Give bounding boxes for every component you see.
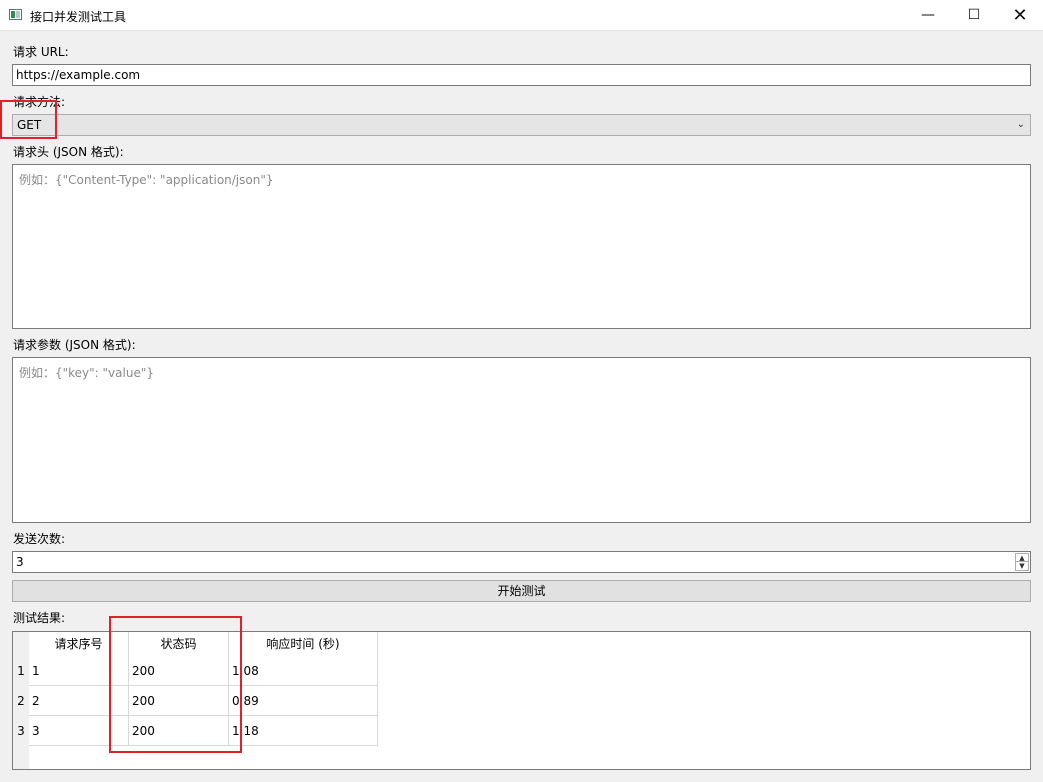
spin-buttons: ▲ ▼ — [1015, 553, 1029, 571]
headers-textarea[interactable]: 例如：{"Content-Type": "application/json"} — [12, 164, 1031, 329]
app-icon — [9, 9, 22, 20]
spin-up-icon[interactable]: ▲ — [1016, 554, 1028, 562]
table-cell-time[interactable]: 0.89 — [229, 686, 378, 716]
start-test-button[interactable]: 开始测试 — [12, 580, 1031, 602]
chevron-down-icon: ⌄ — [1016, 119, 1025, 130]
window-title: 接口并发测试工具 — [30, 10, 127, 24]
maximize-button[interactable]: ☐ — [951, 0, 997, 31]
headers-label: 请求头 (JSON 格式): — [13, 145, 124, 159]
table-cell-seq[interactable]: 2 — [29, 686, 129, 716]
column-header-seq[interactable]: 请求序号 — [29, 632, 129, 657]
results-label: 测试结果: — [13, 611, 66, 625]
count-spinbox[interactable]: 3 ▲ ▼ — [12, 551, 1031, 573]
url-label: 请求 URL: — [13, 45, 69, 59]
table-cell-status[interactable]: 200 — [129, 716, 229, 746]
table-cell-time[interactable]: 1.18 — [229, 716, 378, 746]
title-bar: 接口并发测试工具 — ☐ ✕ — [0, 0, 1043, 31]
minimize-button[interactable]: — — [905, 0, 951, 31]
results-table[interactable]: 请求序号 状态码 响应时间 (秒) 1 1 200 1.08 2 2 200 0… — [12, 631, 1031, 770]
column-header-status[interactable]: 状态码 — [129, 632, 229, 657]
method-select[interactable]: GET ⌄ — [12, 114, 1031, 136]
method-value: GET — [17, 118, 42, 132]
close-button[interactable]: ✕ — [997, 0, 1043, 31]
params-textarea[interactable]: 例如：{"key": "value"} — [12, 357, 1031, 523]
table-cell-status[interactable]: 200 — [129, 656, 229, 686]
row-header: 2 — [13, 686, 29, 716]
row-header: 1 — [13, 656, 29, 686]
table-cell-status[interactable]: 200 — [129, 686, 229, 716]
table-cell-seq[interactable]: 1 — [29, 656, 129, 686]
row-header: 3 — [13, 716, 29, 746]
count-label: 发送次数: — [13, 532, 66, 546]
table-cell-time[interactable]: 1.08 — [229, 656, 378, 686]
params-label: 请求参数 (JSON 格式): — [13, 338, 136, 352]
url-input[interactable]: https://example.com — [12, 64, 1031, 86]
spin-down-icon[interactable]: ▼ — [1016, 562, 1028, 570]
table-cell-seq[interactable]: 3 — [29, 716, 129, 746]
column-header-time[interactable]: 响应时间 (秒) — [229, 632, 378, 657]
method-label: 请求方法: — [13, 95, 66, 109]
count-value: 3 — [16, 555, 24, 569]
